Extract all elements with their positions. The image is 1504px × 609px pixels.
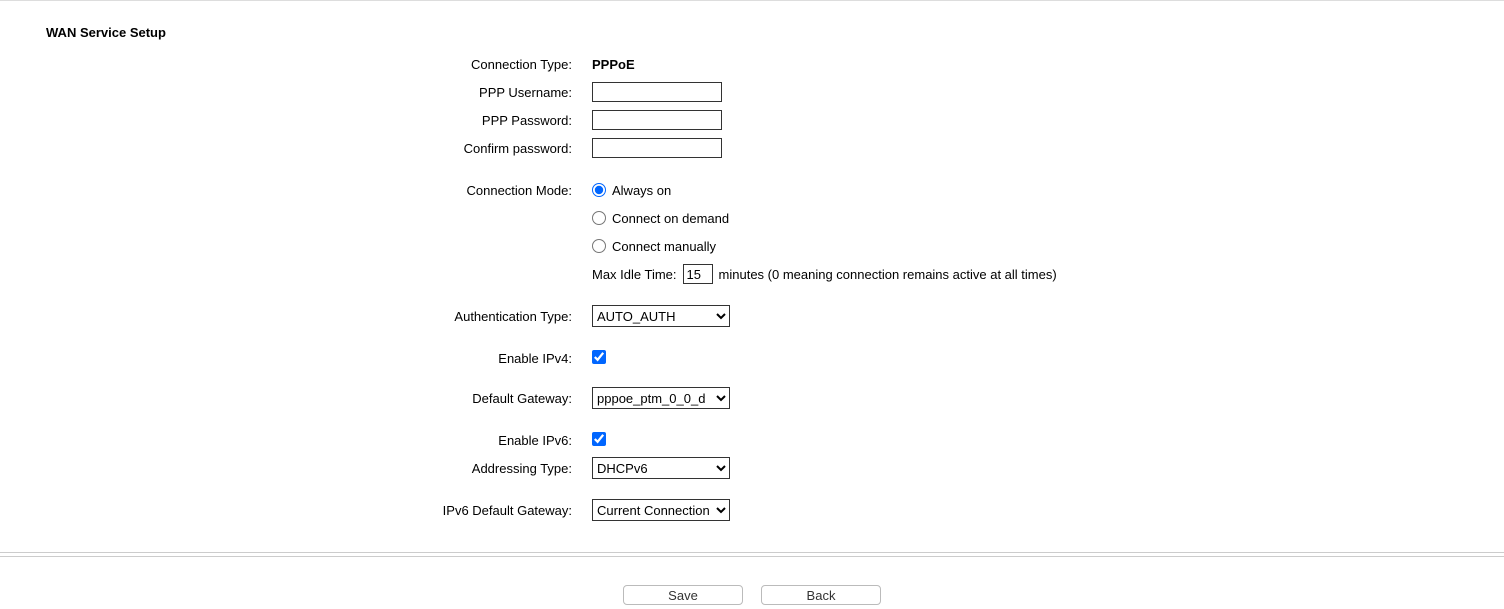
connection-mode-manual-radio[interactable] <box>592 239 606 253</box>
button-row: Save Back <box>0 557 1504 609</box>
connection-mode-demand-radio[interactable] <box>592 211 606 225</box>
max-idle-suffix: minutes (0 meaning connection remains ac… <box>719 267 1057 282</box>
ppp-username-input[interactable] <box>592 82 722 102</box>
ppp-password-label: PPP Password: <box>0 113 578 128</box>
auth-type-label: Authentication Type: <box>0 309 578 324</box>
ppp-username-label: PPP Username: <box>0 85 578 100</box>
connection-mode-always[interactable]: Always on <box>592 183 671 198</box>
connection-mode-manual[interactable]: Connect manually <box>592 239 716 254</box>
ppp-password-input[interactable] <box>592 110 722 130</box>
connection-mode-demand-text: Connect on demand <box>612 211 729 226</box>
page-title: WAN Service Setup <box>0 1 1504 52</box>
auth-type-select[interactable]: AUTO_AUTH <box>592 305 730 327</box>
connection-mode-always-text: Always on <box>612 183 671 198</box>
ipv6-default-gateway-label: IPv6 Default Gateway: <box>0 503 578 518</box>
enable-ipv6-label: Enable IPv6: <box>0 433 578 448</box>
enable-ipv4-label: Enable IPv4: <box>0 351 578 366</box>
back-button[interactable]: Back <box>761 585 881 605</box>
addressing-type-select[interactable]: DHCPv6 <box>592 457 730 479</box>
connection-mode-manual-text: Connect manually <box>612 239 716 254</box>
confirm-password-label: Confirm password: <box>0 141 578 156</box>
ipv6-default-gateway-select[interactable]: Current Connection <box>592 499 730 521</box>
wan-service-form: Connection Type: PPPoE PPP Username: PPP… <box>0 52 1504 552</box>
max-idle-input[interactable] <box>683 264 713 284</box>
save-button[interactable]: Save <box>623 585 743 605</box>
enable-ipv6-checkbox[interactable] <box>592 432 606 446</box>
default-gateway-label: Default Gateway: <box>0 391 578 406</box>
connection-type-value: PPPoE <box>578 57 635 72</box>
max-idle-prefix: Max Idle Time: <box>592 267 677 282</box>
confirm-password-input[interactable] <box>592 138 722 158</box>
default-gateway-select[interactable]: pppoe_ptm_0_0_d <box>592 387 730 409</box>
connection-type-label: Connection Type: <box>0 57 578 72</box>
addressing-type-label: Addressing Type: <box>0 461 578 476</box>
connection-mode-label: Connection Mode: <box>0 183 578 198</box>
connection-mode-always-radio[interactable] <box>592 183 606 197</box>
enable-ipv4-checkbox[interactable] <box>592 350 606 364</box>
connection-mode-demand[interactable]: Connect on demand <box>592 211 729 226</box>
